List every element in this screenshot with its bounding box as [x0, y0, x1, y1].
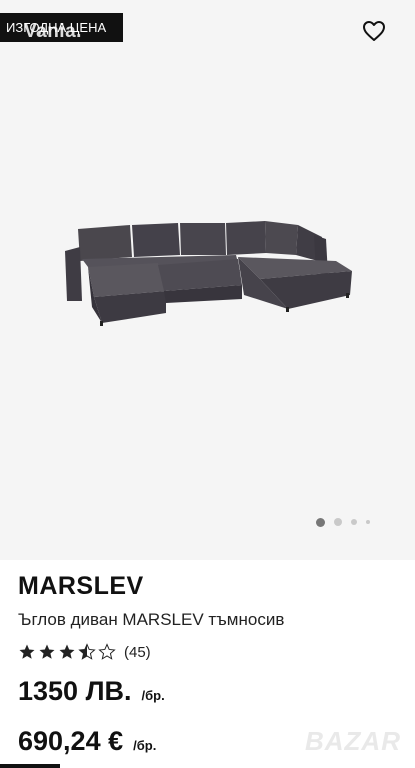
star-half-icon	[78, 643, 96, 660]
price-secondary-amount: 690,24 €	[18, 726, 124, 756]
rating-row[interactable]: (45)	[18, 643, 151, 661]
product-brand: MARSLEV	[18, 572, 144, 600]
price-primary: 1350 ЛВ. /бр.	[18, 676, 165, 707]
price-secondary: 690,24 € /бр.	[18, 726, 156, 757]
price-primary-unit: /бр.	[141, 688, 165, 703]
sofa-product-image	[65, 221, 352, 326]
bottom-indicator	[0, 764, 60, 768]
rating-stars	[18, 643, 116, 661]
deal-badge: ИЗГОДНА ЦЕНА Vania.	[0, 13, 123, 42]
price-secondary-unit: /бр.	[133, 738, 157, 753]
watermark-logo: BAZAR	[305, 726, 401, 756]
heart-outline-icon[interactable]	[362, 20, 386, 42]
rating-count[interactable]: (45)	[124, 644, 151, 661]
carousel-dot[interactable]	[316, 517, 325, 527]
carousel-dot[interactable]	[334, 518, 342, 526]
star-empty-icon	[98, 643, 116, 660]
carousel-dot[interactable]	[351, 519, 357, 525]
carousel-dot[interactable]	[366, 520, 370, 524]
star-full-icon	[19, 644, 35, 659]
star-full-icon	[59, 644, 75, 659]
carousel-dots[interactable]	[316, 516, 370, 528]
price-primary-amount: 1350 ЛВ.	[18, 676, 132, 706]
product-description: Ъглов диван MARSLEV тъмносив	[18, 610, 285, 629]
overlay-watermark-text: Vania.	[24, 21, 82, 42]
star-full-icon	[39, 644, 55, 659]
product-image-area[interactable]: ИЗГОДНА ЦЕНА Vania.	[0, 0, 415, 560]
